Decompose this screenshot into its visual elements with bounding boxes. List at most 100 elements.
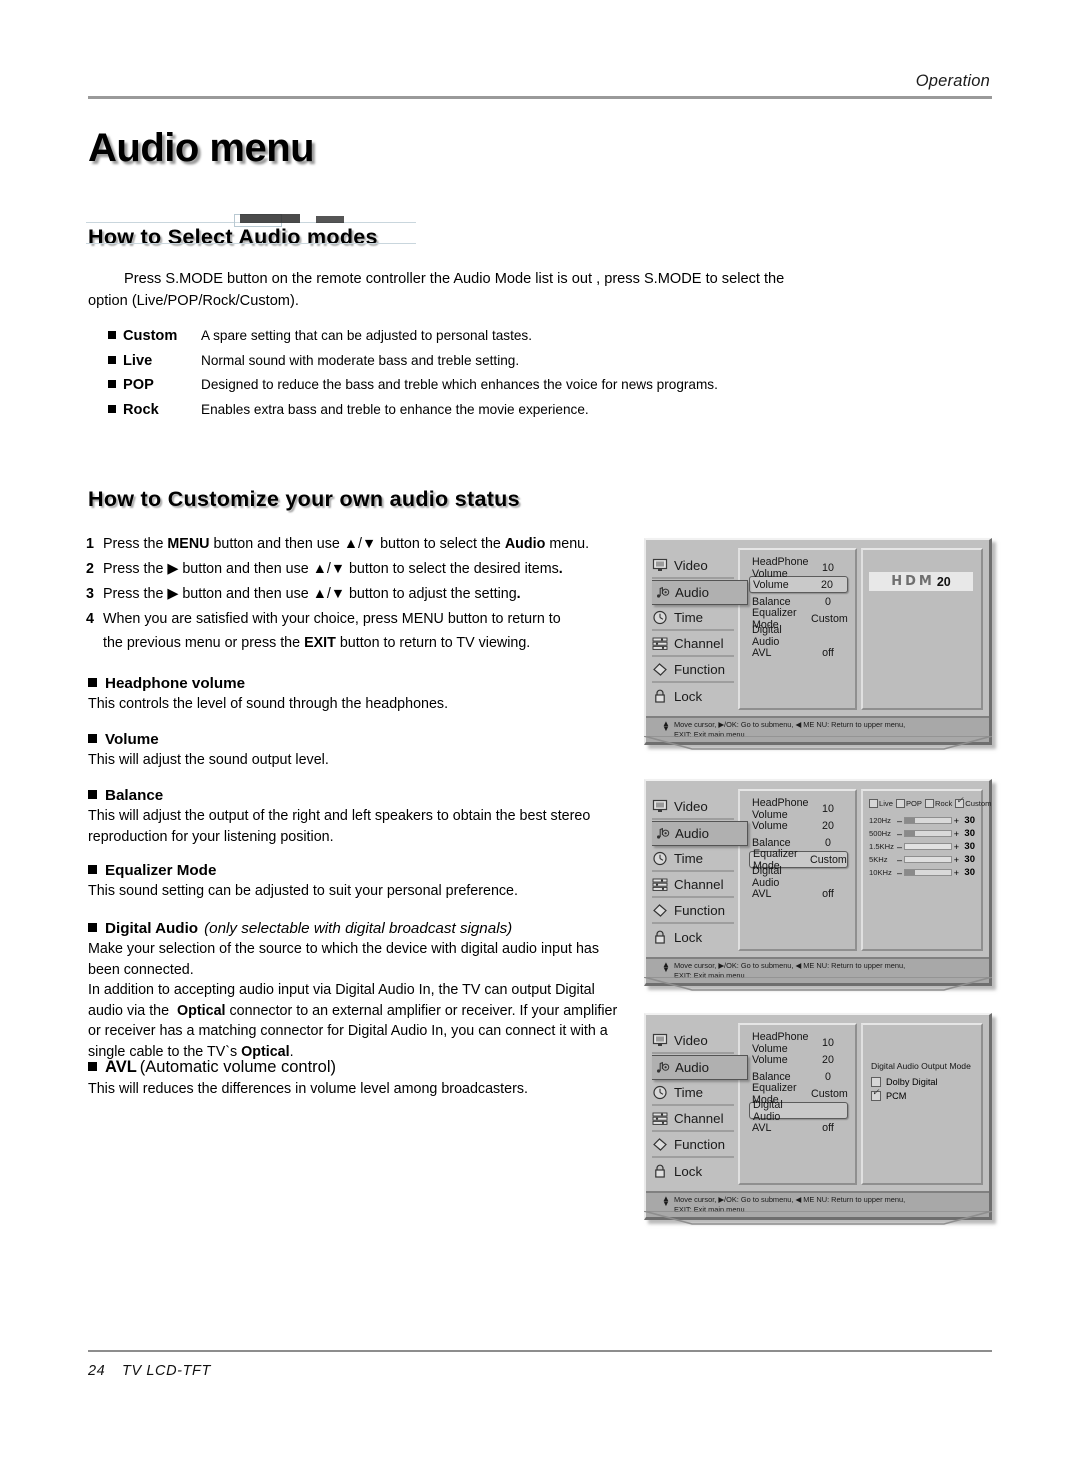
- sidebar-item-time[interactable]: Time: [652, 847, 734, 872]
- eq-band-120hz[interactable]: 120Hz – + 30: [869, 814, 975, 827]
- music-note-icon: [653, 585, 670, 600]
- sidebar-item-lock[interactable]: Lock: [652, 925, 734, 950]
- section-heading-customize: How to Customize your own audio status: [88, 487, 520, 511]
- setting-label: AVL: [752, 646, 772, 659]
- step-number: 1: [86, 536, 94, 552]
- sidebar-item-video[interactable]: Video: [652, 554, 734, 579]
- sidebar-item-time[interactable]: Time: [652, 606, 734, 631]
- eq-slider-track[interactable]: [904, 817, 952, 824]
- setting-row-headphone-volume[interactable]: HeadPhone Volume 10: [749, 797, 848, 821]
- sidebar-item-label: Time: [674, 610, 704, 625]
- option-dolby-digital[interactable]: Dolby Digital: [871, 1077, 975, 1087]
- osd-screenshot-equalizer: Video Audio Time Channel Function Lock H…: [644, 779, 992, 986]
- sidebar-item-channel[interactable]: Channel: [652, 1107, 734, 1132]
- sidebar-item-label: Time: [674, 851, 704, 866]
- sidebar-item-label: Audio: [675, 1060, 710, 1075]
- select-modes-intro: Press S.MODE button on the remote contro…: [88, 268, 848, 312]
- setting-label: Volume: [752, 1053, 788, 1066]
- setting-value: off: [822, 887, 834, 900]
- sidebar-item-channel[interactable]: Channel: [652, 632, 734, 657]
- mode-desc: Normal sound with moderate bass and treb…: [201, 352, 520, 368]
- sidebar-item-audio[interactable]: Audio: [652, 821, 748, 846]
- minus-icon[interactable]: –: [897, 855, 902, 865]
- checkbox-checked-icon[interactable]: [871, 1088, 881, 1101]
- topic-title-text: Volume: [105, 731, 159, 748]
- sidebar-item-lock[interactable]: Lock: [652, 1159, 734, 1184]
- sidebar-item-function[interactable]: Function: [652, 1133, 734, 1158]
- sidebar-item-video[interactable]: Video: [652, 795, 734, 820]
- setting-row-digital-audio[interactable]: Digital Audio: [749, 1099, 848, 1123]
- topic-title-text: Digital Audio: [105, 920, 199, 937]
- sidebar-item-audio[interactable]: Audio: [652, 580, 748, 605]
- option-label: Dolby Digital: [886, 1077, 938, 1087]
- sidebar-item-function[interactable]: Function: [652, 658, 734, 683]
- option-pcm[interactable]: PCM: [871, 1088, 975, 1101]
- sidebar-item-video[interactable]: Video: [652, 1029, 734, 1054]
- minus-icon[interactable]: –: [897, 842, 902, 852]
- plus-icon[interactable]: +: [954, 868, 959, 878]
- step-text: Press the MENU button and then use ▲/▼ b…: [103, 536, 590, 552]
- osd-hint-bar: ▲ ▼ Move cursor, ▶/OK: Go to submenu, ◀ M…: [646, 957, 989, 983]
- up-down-arrows-icon: ▲ ▼: [662, 719, 670, 733]
- plus-icon[interactable]: +: [954, 842, 959, 852]
- plus-icon[interactable]: +: [954, 816, 959, 826]
- sidebar-item-label: Time: [674, 1085, 704, 1100]
- sidebar-item-channel[interactable]: Channel: [652, 873, 734, 898]
- page-header: Operation: [88, 72, 992, 99]
- minus-icon[interactable]: –: [897, 868, 902, 878]
- sidebar-item-lock[interactable]: Lock: [652, 684, 734, 709]
- checkbox-checked-icon[interactable]: [955, 796, 965, 808]
- eq-band-1-5khz[interactable]: 1.5KHz – + 30: [869, 840, 975, 853]
- setting-row-digital-audio[interactable]: Digital Audio: [749, 865, 848, 889]
- sidebar-item-time[interactable]: Time: [652, 1081, 734, 1106]
- sidebar-item-function[interactable]: Function: [652, 899, 734, 924]
- eq-mode-live[interactable]: Live: [869, 799, 895, 808]
- topic-body: Make your selection of the source to whi…: [88, 941, 618, 1060]
- eq-band-value: 30: [964, 815, 975, 826]
- plus-icon[interactable]: +: [954, 855, 959, 865]
- setting-row-headphone-volume[interactable]: HeadPhone Volume 10: [749, 1031, 848, 1055]
- sliders-icon: [652, 877, 669, 892]
- eq-band-5khz[interactable]: 5KHz – + 30: [869, 853, 975, 866]
- sidebar-item-label: Channel: [674, 636, 724, 651]
- eq-band-label: 5KHz: [869, 855, 888, 864]
- eq-band-500hz[interactable]: 500Hz – + 30: [869, 827, 975, 840]
- hdmi-badge-number: 20: [936, 574, 951, 589]
- setting-label: HeadPhone Volume: [752, 1030, 809, 1055]
- eq-slider-track[interactable]: [904, 843, 952, 850]
- setting-value: 0: [825, 1070, 831, 1083]
- list-item: Live Normal sound with moderate bass and…: [108, 353, 808, 378]
- eq-slider-track[interactable]: [904, 830, 952, 837]
- plus-icon[interactable]: +: [954, 829, 959, 839]
- eq-band-10khz[interactable]: 10KHz – + 30: [869, 866, 975, 879]
- eq-mode-label: Rock: [934, 799, 953, 808]
- setting-row-headphone-volume[interactable]: HeadPhone Volume 10: [749, 556, 848, 580]
- option-label: PCM: [886, 1091, 907, 1101]
- lock-icon: [652, 689, 669, 704]
- checkbox-icon[interactable]: [869, 799, 878, 808]
- minus-icon[interactable]: –: [897, 829, 902, 839]
- setting-label: Volume: [752, 819, 788, 832]
- square-bullet-icon: [88, 678, 97, 687]
- setting-label: Digital Audio: [752, 864, 782, 889]
- sidebar-item-audio[interactable]: Audio: [652, 1055, 748, 1080]
- topic-title: AVL (Automatic volume control): [88, 1058, 633, 1077]
- osd-nav: Video Audio Time Channel Function Lock: [652, 548, 748, 710]
- eq-mode-rock[interactable]: Rock: [924, 799, 954, 808]
- setting-label: Digital Audio: [753, 1098, 783, 1123]
- topic-title: Digital Audio (only selectable with digi…: [88, 920, 633, 937]
- osd-body: Video Audio Time Channel Function Lock H…: [646, 540, 989, 716]
- up-down-arrows-icon: ▲ ▼: [662, 1194, 670, 1208]
- mode-name: POP: [123, 377, 154, 393]
- eq-mode-custom[interactable]: Custom: [955, 796, 993, 808]
- page-footer: 24 TV LCD-TFT: [88, 1350, 992, 1379]
- minus-icon[interactable]: –: [897, 816, 902, 826]
- eq-mode-pop[interactable]: POP: [895, 799, 924, 808]
- osd-hint-bar: ▲ ▼ Move cursor, ▶/OK: Go to submenu, ◀ M…: [646, 716, 989, 742]
- eq-slider-track[interactable]: [904, 856, 952, 863]
- setting-row-digital-audio[interactable]: Digital Audio: [749, 624, 848, 648]
- checkbox-icon[interactable]: [871, 1077, 881, 1087]
- checkbox-icon[interactable]: [895, 799, 905, 808]
- eq-slider-track[interactable]: [904, 869, 952, 876]
- checkbox-icon[interactable]: [924, 799, 934, 808]
